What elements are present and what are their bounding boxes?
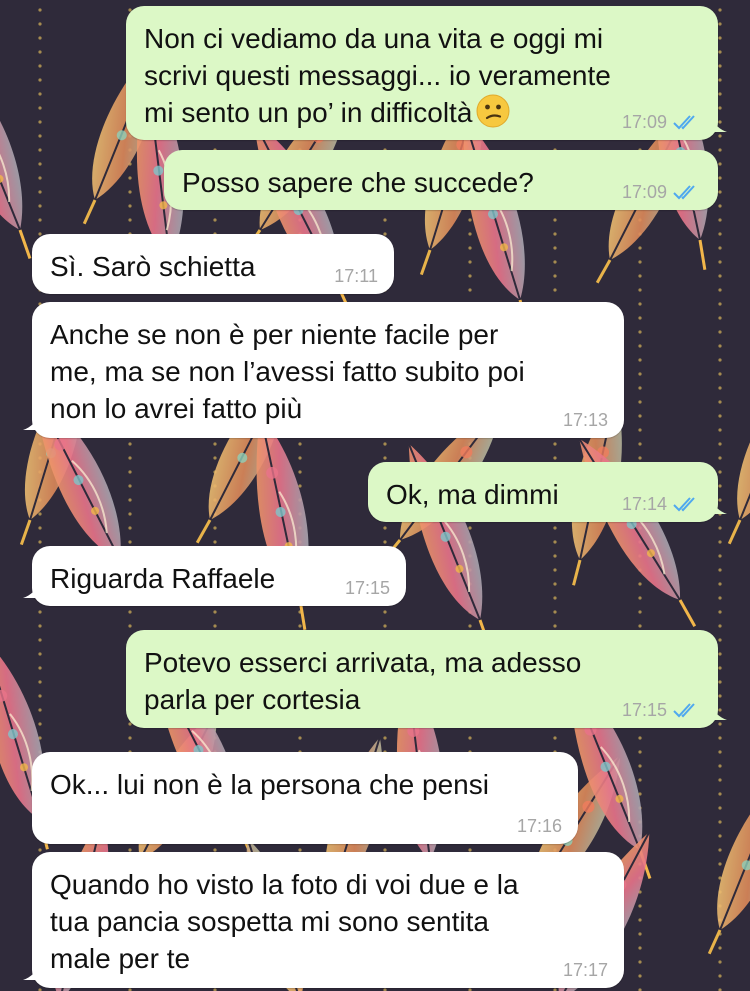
message-incoming[interactable]: Quando ho visto la foto di voi due e la … (23, 852, 624, 988)
message-time: 17:16 (516, 816, 562, 836)
message-outgoing[interactable]: Ok, ma dimmi 17:14 (368, 462, 727, 522)
bubble-tail (23, 412, 41, 430)
message-meta: 17:15 (345, 578, 390, 598)
message-text: Anche se non è per niente facile per me,… (50, 319, 525, 424)
message-text: Quando ho visto la foto di voi due e la … (50, 869, 519, 974)
bubble-tail (23, 580, 41, 598)
bubble-tail (709, 114, 727, 132)
message-incoming[interactable]: Riguarda Raffaele 17:15 (23, 546, 406, 606)
message-outgoing[interactable]: Non ci vediamo da una vita e oggi mi scr… (126, 6, 727, 140)
message-time: 17:17 (562, 960, 608, 980)
bubble-tail (23, 962, 41, 980)
message-text: Sì. Sarò schietta (50, 251, 256, 282)
message-incoming[interactable]: Anche se non è per niente facile per me,… (23, 302, 624, 438)
message-text: Non ci vediamo da una vita e oggi mi scr… (144, 23, 611, 128)
message-time: 17:09 (621, 112, 667, 132)
message-time: 17:13 (562, 410, 608, 430)
message-outgoing[interactable]: Potevo esserci arrivata, ma adesso parla… (126, 630, 727, 728)
bubble-tail (709, 496, 727, 514)
message-meta: 17:11 (334, 266, 378, 286)
message-meta: 17:09 (622, 182, 702, 202)
message-time: 17:14 (621, 494, 667, 514)
chat-messages[interactable]: Non ci vediamo da una vita e oggi mi scr… (0, 0, 750, 991)
message-time: 17:15 (344, 578, 390, 598)
message-meta: 17:15 (622, 700, 702, 720)
read-receipt-icon (673, 703, 695, 718)
message-text: Ok... lui non è la persona che pensi (50, 769, 489, 800)
read-receipt-icon (673, 185, 695, 200)
confused-face-icon (476, 94, 510, 128)
message-text: Riguarda Raffaele (50, 563, 276, 594)
message-time: 17:15 (621, 700, 667, 720)
message-meta: 17:16 (517, 816, 562, 836)
message-incoming[interactable]: Sì. Sarò schietta 17:11 (32, 234, 394, 294)
read-receipt-icon (673, 115, 695, 130)
read-receipt-icon (673, 497, 695, 512)
message-meta: 17:09 (622, 112, 702, 132)
message-meta: 17:14 (622, 494, 702, 514)
message-incoming[interactable]: Ok... lui non è la persona che pensi 17:… (32, 752, 578, 844)
message-time: 17:11 (334, 266, 378, 286)
message-meta: 17:13 (563, 410, 608, 430)
bubble-tail (709, 702, 727, 720)
message-time: 17:09 (621, 182, 667, 202)
message-meta: 17:17 (563, 960, 608, 980)
message-outgoing[interactable]: Posso sapere che succede? 17:09 (164, 150, 718, 210)
message-text: Potevo esserci arrivata, ma adesso parla… (144, 647, 582, 715)
